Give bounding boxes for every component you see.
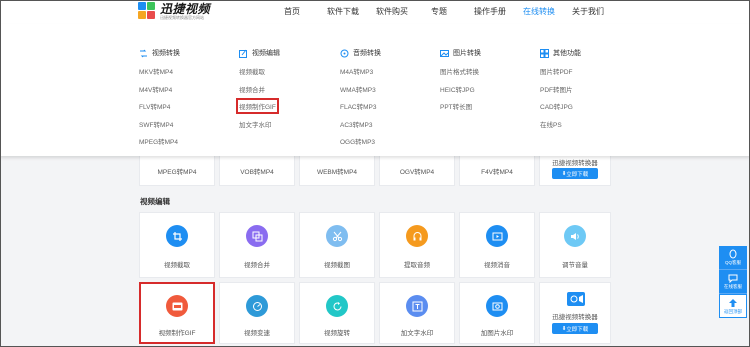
menu-item[interactable]: SWF转MP4 xyxy=(139,119,173,129)
menu-item-gif-highlighted[interactable]: 视频制作GIF xyxy=(236,98,279,114)
menu-item[interactable]: 在线PS xyxy=(540,119,562,129)
play-icon xyxy=(486,225,508,247)
tool-card-gif-highlighted[interactable]: 视频制作GIF xyxy=(139,282,215,344)
menu-item[interactable]: AC3转MP3 xyxy=(340,119,373,129)
menu-col-audio-convert: 音频转换 M4A转MP3 WMA转MP3 FLAC转MP3 AC3转MP3 OG… xyxy=(340,48,381,146)
menu-item[interactable]: 加文字水印 xyxy=(239,119,272,129)
image-watermark-icon xyxy=(486,295,508,317)
audio-convert-icon xyxy=(340,49,349,58)
menu-col-other: 其他功能 图片转PDF PDF转图片 CAD转JPG 在线PS xyxy=(540,48,581,129)
menu-item[interactable]: HEIC转JPG xyxy=(440,84,475,94)
tool-card-extract-audio[interactable]: 提取音频 xyxy=(379,212,455,278)
qq-icon xyxy=(729,249,737,259)
speed-icon xyxy=(246,295,268,317)
menu-col-video-convert: 视频转换 MKV转MP4 M4V转MP4 FLV转MP4 SWF转MP4 MPE… xyxy=(139,48,180,146)
nav-manual[interactable]: 操作手册 xyxy=(474,6,506,17)
nav-about[interactable]: 关于我们 xyxy=(572,6,604,17)
promo-title: 迅捷视频转换器 xyxy=(552,160,598,167)
logo-subtitle: 迅捷视频转换器官方网站 xyxy=(160,14,204,20)
tool-card-text-watermark[interactable]: 加文字水印 xyxy=(379,282,455,344)
nav-download[interactable]: 软件下载 xyxy=(327,6,359,17)
download-button[interactable]: ⬇ 立即下载 xyxy=(552,168,598,179)
menu-col-image-convert: 图片转换 图片格式转换 HEIC转JPG PPT转长图 xyxy=(440,48,481,111)
menu-item[interactable]: MKV转MP4 xyxy=(139,66,173,76)
menu-item[interactable]: PDF转图片 xyxy=(540,84,573,94)
nav-online-convert[interactable]: 在线转换 xyxy=(523,6,555,17)
menu-item[interactable]: OGG转MP3 xyxy=(340,136,375,146)
nav-home[interactable]: 首页 xyxy=(284,6,300,17)
site-header: 迅捷视频 迅捷视频转换器官方网站 首页 软件下载 软件购买 专题 操作手册 在线… xyxy=(0,0,750,24)
chat-icon xyxy=(728,274,738,283)
tool-card-crop[interactable]: 视频截取 xyxy=(139,212,215,278)
menu-item[interactable]: WMA转MP3 xyxy=(340,84,376,94)
menu-col-title: 图片转换 xyxy=(453,50,481,57)
tool-card-merge[interactable]: 视频合并 xyxy=(219,212,295,278)
menu-item[interactable]: M4V转MP4 xyxy=(139,84,172,94)
menu-item[interactable]: 视频截取 xyxy=(239,66,265,76)
menu-item[interactable]: MPEG转MP4 xyxy=(139,136,178,146)
image-convert-icon xyxy=(440,49,449,58)
logo-mark-icon xyxy=(138,2,156,20)
logo-name: 迅捷视频 xyxy=(160,1,211,16)
headphones-icon xyxy=(406,225,428,247)
menu-col-title: 其他功能 xyxy=(553,50,581,57)
menu-item[interactable]: PPT转长图 xyxy=(440,101,472,111)
menu-col-title: 音频转换 xyxy=(353,50,381,57)
tool-card-rotate[interactable]: 视频旋转 xyxy=(299,282,375,344)
menu-col-title: 视频编辑 xyxy=(252,50,280,57)
merge-icon xyxy=(246,225,268,247)
crop-icon xyxy=(166,225,188,247)
menu-item[interactable]: 视频合并 xyxy=(239,84,265,94)
menu-col-video-edit: 视频编辑 视频截取 视频合并 视频制作GIF 加文字水印 xyxy=(236,48,280,129)
text-watermark-icon xyxy=(406,295,428,317)
section-title: 视频编辑 xyxy=(140,197,170,206)
tool-card-image-watermark[interactable]: 加图片水印 xyxy=(459,282,535,344)
nav-topics[interactable]: 专题 xyxy=(431,6,447,17)
menu-item[interactable]: FLAC转MP3 xyxy=(340,101,376,111)
tool-card-speed[interactable]: 视频变速 xyxy=(219,282,295,344)
promo-title: 迅捷视频转换器 xyxy=(552,314,598,321)
menu-item[interactable]: 图片格式转换 xyxy=(440,66,479,76)
rotate-icon xyxy=(326,295,348,317)
online-service-button[interactable]: 在线客服 xyxy=(719,270,747,294)
gif-icon xyxy=(166,295,188,317)
tool-card-mute[interactable]: 视频消音 xyxy=(459,212,535,278)
download-button[interactable]: ⬇ 立即下载 xyxy=(552,323,598,334)
tool-card-volume[interactable]: 调节音量 xyxy=(539,212,611,278)
video-edit-icon xyxy=(239,49,248,58)
menu-item[interactable]: M4A转MP3 xyxy=(340,66,373,76)
video-convert-icon xyxy=(139,49,148,58)
scissors-icon xyxy=(326,225,348,247)
back-to-top-button[interactable]: 返回顶部 xyxy=(719,294,747,318)
qq-service-button[interactable]: QQ客服 xyxy=(719,246,747,270)
volume-icon xyxy=(564,225,586,247)
side-float-bar: QQ客服 在线客服 返回顶部 xyxy=(719,246,747,318)
other-icon xyxy=(540,48,549,58)
menu-item[interactable]: CAD转JPG xyxy=(540,101,573,111)
menu-item[interactable]: FLV转MP4 xyxy=(139,101,170,111)
online-convert-menu: 视频转换 MKV转MP4 M4V转MP4 FLV转MP4 SWF转MP4 MPE… xyxy=(0,24,750,156)
menu-col-title: 视频转换 xyxy=(152,50,180,57)
site-logo[interactable]: 迅捷视频 迅捷视频转换器官方网站 xyxy=(138,2,210,20)
tool-card-screenshot[interactable]: 视频截图 xyxy=(299,212,375,278)
nav-purchase[interactable]: 软件购买 xyxy=(376,6,408,17)
menu-item[interactable]: 图片转PDF xyxy=(540,66,573,76)
arrow-up-icon xyxy=(729,298,737,307)
camera-icon xyxy=(567,292,585,306)
promo-card: 迅捷视频转换器 ⬇ 立即下载 xyxy=(539,282,611,344)
